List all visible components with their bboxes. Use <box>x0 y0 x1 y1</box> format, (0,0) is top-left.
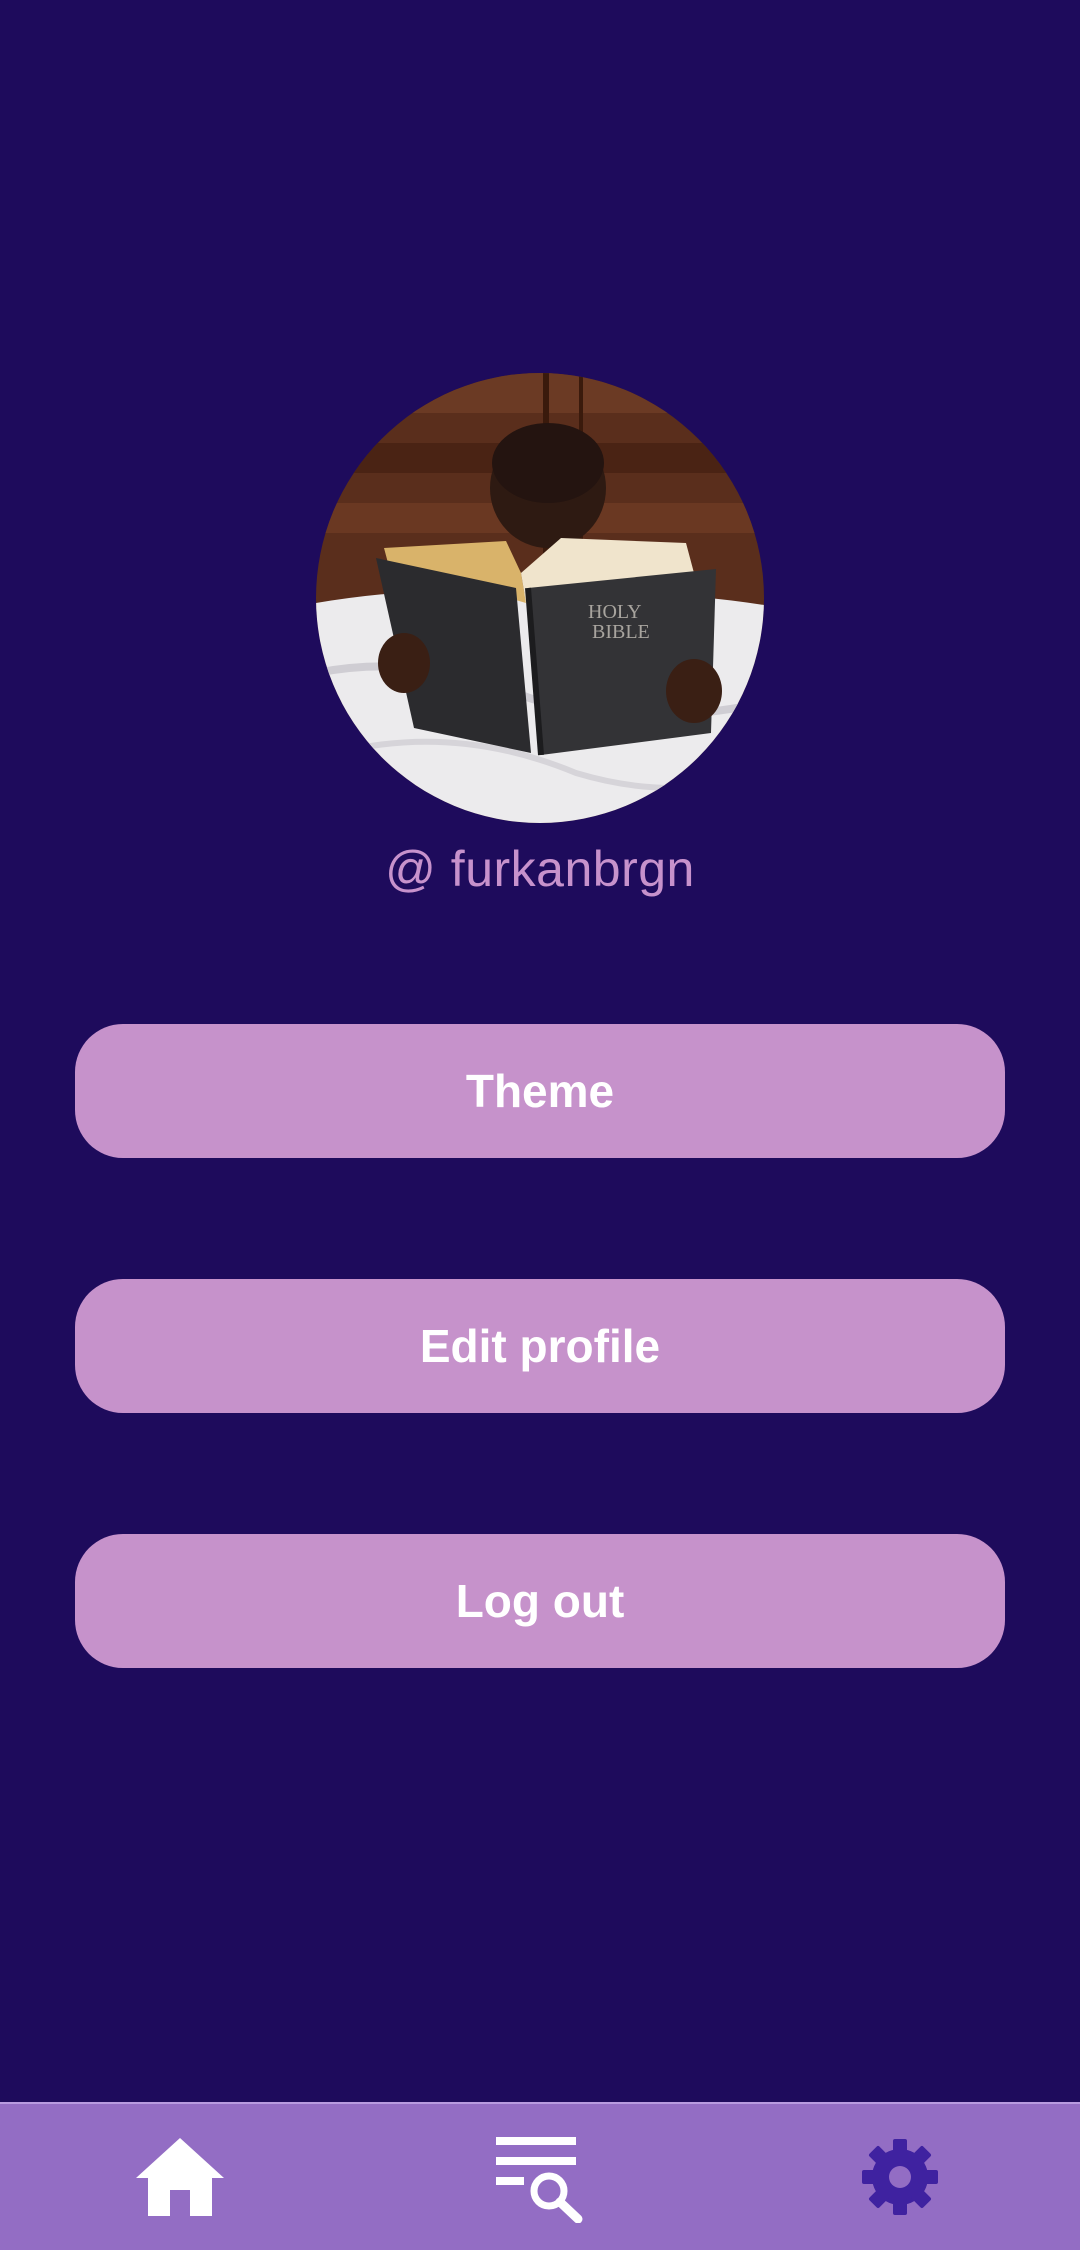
nav-home[interactable] <box>90 2104 270 2250</box>
edit-profile-button-label: Edit profile <box>419 1320 661 1372</box>
edit-profile-button[interactable]: Edit profile <box>75 1279 1005 1413</box>
avatar: HOLY BIBLE <box>316 373 764 823</box>
bottom-navigation-bar <box>0 2102 1080 2250</box>
theme-button[interactable]: Theme <box>75 1024 1005 1158</box>
nav-settings[interactable] <box>810 2104 990 2250</box>
avatar-image: HOLY BIBLE <box>316 373 764 823</box>
gear-icon <box>862 2139 938 2215</box>
username-label: @ furkanbrgn <box>385 841 695 897</box>
book-cover-text: HOLY BIBLE <box>588 601 650 643</box>
log-out-button-label: Log out <box>455 1575 625 1627</box>
search-list-icon <box>496 2137 583 2223</box>
home-icon <box>136 2138 224 2216</box>
nav-search-list[interactable] <box>450 2104 630 2250</box>
theme-button-label: Theme <box>465 1065 615 1117</box>
log-out-button[interactable]: Log out <box>75 1534 1005 1668</box>
profile-screen: HOLY BIBLE @ furkanbrgn Theme Edit profil… <box>0 0 1080 2102</box>
